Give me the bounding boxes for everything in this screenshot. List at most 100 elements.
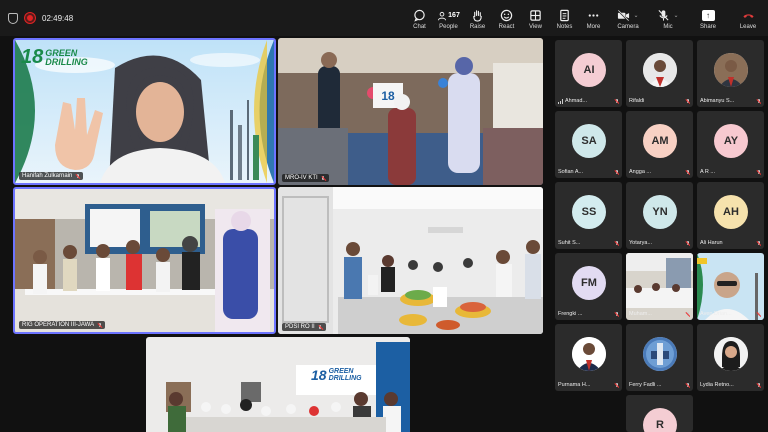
- mic-muted-icon: [614, 240, 619, 246]
- green-drilling-banner: 18 GREEN DRILLING: [21, 46, 88, 68]
- gallery-tile[interactable]: SA Sofian A...: [555, 111, 622, 178]
- meeting-timer: 02:49:48: [42, 13, 74, 23]
- participant-count: 167: [448, 12, 460, 19]
- avatar: FM: [572, 266, 606, 300]
- video-feed: [278, 187, 543, 334]
- raise-hand-button[interactable]: Raise: [463, 9, 492, 30]
- avatar: [643, 53, 677, 87]
- avatar: AH: [714, 195, 748, 229]
- gallery-tile[interactable]: AH Ali Harun: [697, 182, 764, 249]
- participant-name-label: RIG OPERATION III-JAWA: [19, 321, 106, 329]
- mic-muted-icon: [756, 382, 761, 388]
- mic-muted-icon: [614, 311, 619, 317]
- notes-button[interactable]: Notes: [550, 9, 579, 30]
- share-screen-icon: ↑: [701, 10, 715, 21]
- profile-photo: [643, 337, 677, 371]
- gallery-tile[interactable]: SS Suhit S...: [555, 182, 622, 249]
- gallery-tile[interactable]: Rifaldi: [626, 40, 693, 107]
- react-button[interactable]: React: [492, 9, 521, 30]
- mic-muted-icon: [614, 169, 619, 175]
- mic-muted-icon: [75, 173, 80, 179]
- avatar: R: [643, 408, 677, 432]
- green-drilling-banner: 18 GREEN DRILLING: [311, 367, 362, 383]
- video-feed: [15, 189, 274, 332]
- profile-photo: [643, 53, 677, 87]
- camera-off-icon: [617, 9, 630, 22]
- profile-photo: [572, 337, 606, 371]
- mic-muted-icon: [318, 324, 323, 330]
- avatar: [714, 53, 748, 87]
- mic-muted-icon: [756, 169, 761, 175]
- top-toolbar: 02:49:48 Chat 167 People Raise React Vie…: [0, 0, 768, 36]
- gallery-tile[interactable]: Ferry Fadli ...: [626, 324, 693, 391]
- gallery-tile[interactable]: Lydia Retno...: [697, 324, 764, 391]
- camera-options-chevron-icon[interactable]: ⌄: [633, 12, 638, 19]
- mic-muted-icon: [685, 382, 690, 388]
- people-icon: [438, 11, 447, 20]
- signal-icon: [558, 98, 563, 104]
- mic-button[interactable]: ⌄ Mic: [648, 9, 688, 30]
- gallery-tile[interactable]: FM Frengki ...: [555, 253, 622, 320]
- avatar: [714, 337, 748, 371]
- video-feed: [146, 337, 410, 432]
- video-tile-hanifah[interactable]: 18 GREEN DRILLING Hanifah Zulkarnain: [13, 38, 276, 185]
- avatar: AY: [714, 124, 748, 158]
- mic-options-chevron-icon[interactable]: ⌄: [673, 12, 678, 19]
- video-feed: 18: [278, 38, 543, 185]
- avatar: [572, 337, 606, 371]
- shield-icon[interactable]: [8, 12, 18, 24]
- gallery-tile[interactable]: Avep Drian...: [697, 253, 764, 320]
- avatar: SS: [572, 195, 606, 229]
- mic-muted-icon: [97, 322, 102, 328]
- avatar: [643, 337, 677, 371]
- gallery-tile[interactable]: AI Ahmad...: [555, 40, 622, 107]
- mic-muted-icon: [321, 175, 326, 181]
- video-tile-5[interactable]: 18 GREEN DRILLING: [146, 337, 410, 432]
- mic-muted-icon: [756, 240, 761, 246]
- avatar: SA: [572, 124, 606, 158]
- mic-muted-icon: [614, 382, 619, 388]
- gallery-tile[interactable]: AY A R ...: [697, 111, 764, 178]
- leave-button[interactable]: Leave: [728, 9, 768, 30]
- mic-muted-icon: [685, 169, 690, 175]
- camera-button[interactable]: ⌄ Camera: [608, 9, 648, 30]
- video-feed: [626, 253, 693, 320]
- participant-name-label: Hanifah Zulkarnain: [19, 172, 84, 180]
- chat-button[interactable]: Chat: [405, 9, 434, 30]
- smiley-icon: [500, 9, 513, 22]
- gallery-tile[interactable]: AM Angga ...: [626, 111, 693, 178]
- profile-photo: [714, 337, 748, 371]
- gallery-tile[interactable]: Purnama H...: [555, 324, 622, 391]
- view-button[interactable]: View: [521, 9, 550, 30]
- mic-muted-icon: [756, 311, 761, 317]
- profile-photo: [714, 53, 748, 87]
- gallery-tile[interactable]: YN Yotarya...: [626, 182, 693, 249]
- chat-icon: [414, 9, 425, 22]
- gallery-tile[interactable]: R: [626, 395, 693, 432]
- meeting-window: 02:49:48 Chat 167 People Raise React Vie…: [0, 0, 768, 432]
- more-button[interactable]: More: [579, 9, 608, 30]
- gallery-tile[interactable]: Muham...: [626, 253, 693, 320]
- video-tile-mro-iv-kti[interactable]: 18 MRO-IV KTI: [278, 38, 543, 185]
- video-feed: [697, 253, 764, 320]
- grid-view-icon: [530, 10, 541, 21]
- video-tile-pdsi-ro-ii[interactable]: PDSI RO II: [278, 187, 543, 334]
- mic-muted-icon: [756, 98, 761, 104]
- share-button[interactable]: ↑ Share: [688, 9, 728, 30]
- notes-icon: [560, 9, 569, 22]
- recording-icon: [25, 13, 35, 23]
- avatar: YN: [643, 195, 677, 229]
- hand-icon: [473, 10, 482, 22]
- avatar: AM: [643, 124, 677, 158]
- phone-hangup-icon: [742, 14, 754, 18]
- mic-muted-icon: [685, 240, 690, 246]
- more-dots-icon: [588, 14, 599, 17]
- avatar: AI: [572, 53, 606, 87]
- participant-name-label: PDSI RO II: [282, 323, 326, 331]
- mic-muted-icon: [614, 98, 619, 104]
- video-tile-rig-operation[interactable]: RIG OPERATION III-JAWA: [13, 187, 276, 334]
- gallery-tile[interactable]: Abimanyu S...: [697, 40, 764, 107]
- people-button[interactable]: 167 People: [434, 9, 463, 30]
- svg-text:18: 18: [381, 89, 395, 103]
- participant-name-label: MRO-IV KTI: [282, 174, 329, 182]
